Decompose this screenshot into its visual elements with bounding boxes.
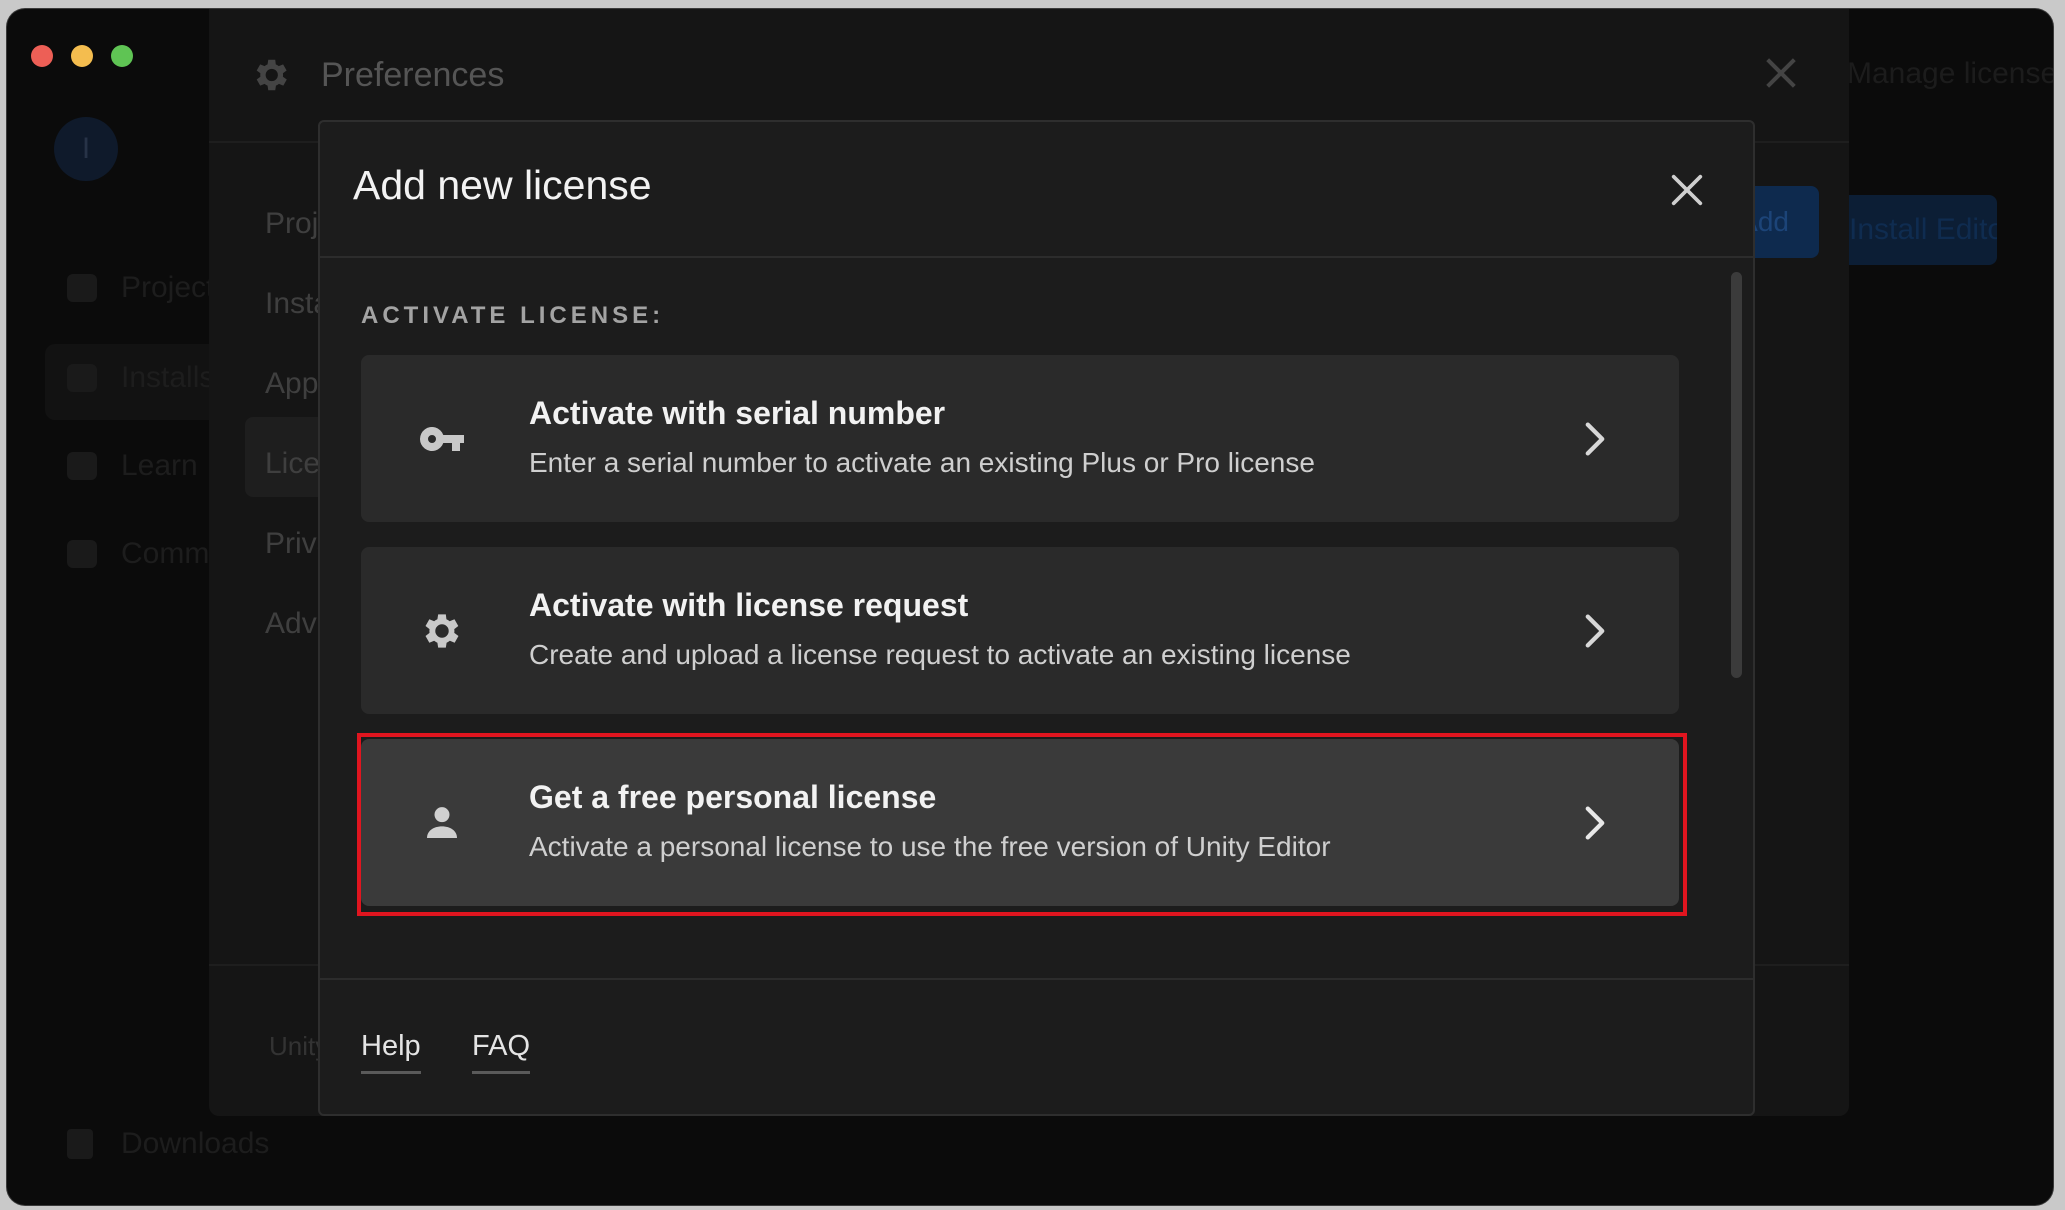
chevron-right-icon <box>1585 613 1605 648</box>
download-icon <box>67 1129 93 1159</box>
chevron-right-icon <box>1585 805 1605 840</box>
scrollbar[interactable] <box>1731 272 1742 678</box>
activate-serial-number-option[interactable]: Activate with serial number Enter a seri… <box>361 355 1679 522</box>
hub-nav-label: Learn <box>121 449 198 482</box>
faq-link[interactable]: FAQ <box>472 1030 531 1074</box>
app-window: I Projects Installs Learn Community Down… <box>7 9 2053 1205</box>
gear-icon <box>256 59 287 91</box>
close-icon[interactable] <box>1667 170 1707 210</box>
option-description: Activate a personal license to use the f… <box>529 831 1331 862</box>
hub-sidebar: I Projects Installs Learn Community <box>7 9 273 1205</box>
modal-header-divider <box>320 256 1753 258</box>
projects-icon <box>67 274 97 302</box>
section-label: ACTIVATE LICENSE: <box>361 302 665 329</box>
preferences-header: Preferences <box>249 54 504 96</box>
person-icon <box>417 798 467 848</box>
hub-nav-label: Installs <box>121 361 215 394</box>
close-icon[interactable] <box>1761 53 1801 93</box>
get-free-personal-license-option[interactable]: Get a free personal license Activate a p… <box>361 739 1679 906</box>
hub-nav-projects[interactable]: Projects <box>67 271 229 305</box>
option-title: Get a free personal license <box>529 779 937 815</box>
gear-icon <box>417 606 467 656</box>
install-editor-button[interactable]: Install Editor <box>1837 195 1997 265</box>
add-license-modal: Add new license ACTIVATE LICENSE: Activa… <box>318 120 1755 1116</box>
help-link[interactable]: Help <box>361 1030 421 1074</box>
installs-icon <box>67 364 97 392</box>
preferences-title: Preferences <box>321 55 505 94</box>
community-icon <box>67 540 97 568</box>
downloads-button[interactable]: Downloads <box>67 1127 269 1161</box>
avatar[interactable]: I <box>54 117 118 181</box>
chevron-right-icon <box>1585 421 1605 456</box>
key-icon <box>417 414 467 464</box>
manage-licenses-link[interactable]: Manage licenses <box>1847 57 2053 91</box>
option-title: Activate with license request <box>529 587 969 623</box>
activate-license-request-option[interactable]: Activate with license request Create and… <box>361 547 1679 714</box>
option-title: Activate with serial number <box>529 395 946 431</box>
modal-footer-divider <box>320 978 1753 980</box>
option-description: Enter a serial number to activate an exi… <box>529 447 1315 478</box>
hub-nav-installs[interactable]: Installs <box>67 361 214 395</box>
modal-title: Add new license <box>353 162 652 208</box>
hub-nav-learn[interactable]: Learn <box>67 449 198 483</box>
learn-icon <box>67 452 97 480</box>
option-description: Create and upload a license request to a… <box>529 639 1351 670</box>
downloads-label: Downloads <box>121 1127 270 1160</box>
